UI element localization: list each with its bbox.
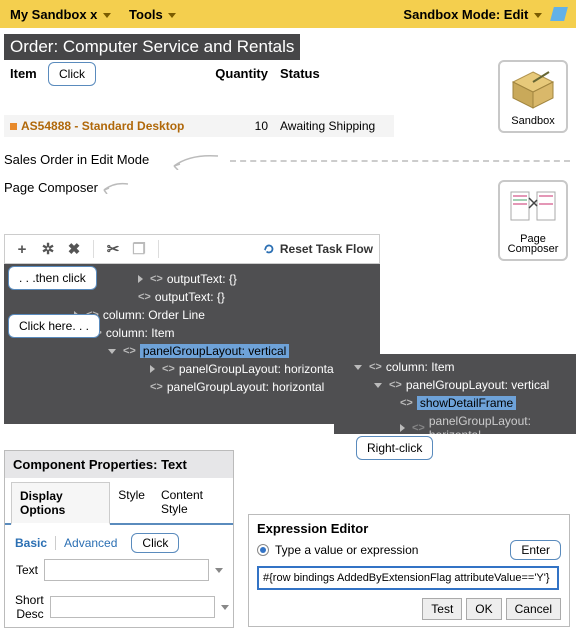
tree-node-selected[interactable]: <>showDetailFrame — [338, 394, 574, 412]
tab-content-style[interactable]: Content Style — [153, 482, 233, 523]
chevron-down-icon — [534, 13, 542, 18]
table-row[interactable]: AS54888 - Standard Desktop 10 Awaiting S… — [4, 115, 394, 137]
callout-then-click: . . .then click — [8, 266, 97, 290]
settings-button[interactable]: ✲ — [37, 238, 59, 260]
arrow-icon — [170, 152, 220, 170]
order-title: Order: Computer Service and Rentals — [4, 34, 300, 60]
delete-button[interactable]: ✖ — [63, 238, 85, 260]
tree-node[interactable]: <>panelGroupLayout: vertical — [338, 376, 574, 394]
tree-node[interactable]: <>outputText: {} — [8, 288, 376, 306]
short-desc-field[interactable] — [50, 596, 215, 618]
props-title: Component Properties: Text — [5, 451, 233, 478]
radio-type-value[interactable] — [257, 544, 269, 556]
arrow-icon — [100, 180, 130, 194]
item-status: Awaiting Shipping — [274, 115, 394, 137]
label-text: Text — [15, 563, 38, 577]
add-button[interactable]: + — [11, 238, 33, 260]
col-status: Status — [274, 62, 394, 85]
text-field[interactable] — [44, 559, 209, 581]
cancel-button[interactable]: Cancel — [506, 598, 561, 620]
tab-style[interactable]: Style — [110, 482, 153, 523]
page-composer-icon — [509, 188, 557, 228]
col-item: Item — [4, 62, 204, 85]
tree-node-selected[interactable]: <>panelGroupLayout: vertical — [8, 342, 376, 360]
label-short-desc: Short Desc — [15, 593, 44, 621]
item-qty: 10 — [204, 115, 274, 137]
expression-input[interactable] — [257, 566, 559, 590]
tree-node[interactable]: <>panelGroupLayout: horizontal — [8, 360, 376, 378]
my-sandbox-menu[interactable]: My Sandbox x — [10, 7, 111, 22]
test-button[interactable]: Test — [422, 598, 462, 620]
callout-click-here: Click here. . . — [8, 314, 100, 338]
component-properties-panel: Component Properties: Text Display Optio… — [4, 450, 234, 628]
expr-title: Expression Editor — [257, 521, 561, 536]
structure-tree-panel-secondary: <>column: Item <>panelGroupLayout: verti… — [334, 354, 576, 434]
pc-label2: Composer — [500, 243, 566, 255]
expression-editor-panel: Expression Editor Type a value or expres… — [248, 514, 570, 627]
callout-subtab-click: Click — [131, 533, 179, 553]
sandbox-mode-menu[interactable]: Sandbox Mode: Edit — [403, 7, 542, 22]
label-page-composer: Page Composer — [4, 180, 98, 195]
sandbox-icon — [509, 68, 557, 110]
subtab-basic[interactable]: Basic — [15, 536, 47, 550]
radio-label: Type a value or expression — [275, 543, 418, 557]
callout-enter: Enter — [510, 540, 561, 560]
tools-menu[interactable]: Tools — [129, 7, 176, 22]
col-qty: Quantity — [204, 62, 274, 85]
tree-node[interactable]: <>panelGroupLayout: horizontal — [8, 378, 376, 396]
sandbox-tile[interactable]: Sandbox — [498, 60, 568, 133]
reset-icon — [262, 242, 276, 256]
tree-toolbar: + ✲ ✖ ✂ ❐ Reset Task Flow — [4, 234, 380, 264]
chevron-down-icon — [168, 13, 176, 18]
chevron-down-icon[interactable] — [215, 568, 223, 573]
ok-button[interactable]: OK — [466, 598, 501, 620]
item-link[interactable]: AS54888 - Standard Desktop — [10, 119, 184, 133]
chevron-down-icon[interactable] — [221, 605, 229, 610]
flag-icon[interactable] — [550, 7, 568, 21]
cut-button[interactable]: ✂ — [102, 238, 124, 260]
tree-node[interactable]: <>column: Item — [338, 358, 574, 376]
callout-right-click: Right-click — [356, 436, 433, 460]
sandbox-topbar: My Sandbox x Tools Sandbox Mode: Edit — [0, 0, 576, 28]
page-composer-tile[interactable]: Page Composer — [498, 180, 568, 261]
props-tabs: Display Options Style Content Style — [5, 482, 233, 525]
paste-button[interactable]: ❐ — [128, 238, 150, 260]
subtab-advanced[interactable]: Advanced — [64, 536, 117, 550]
chevron-down-icon — [103, 13, 111, 18]
callout-click-item: Click — [48, 62, 96, 86]
label-sales-order: Sales Order in Edit Mode — [4, 152, 149, 167]
sandbox-label: Sandbox — [500, 115, 566, 127]
reset-task-flow-button[interactable]: Reset Task Flow — [262, 242, 373, 256]
tab-display-options[interactable]: Display Options — [11, 482, 110, 525]
